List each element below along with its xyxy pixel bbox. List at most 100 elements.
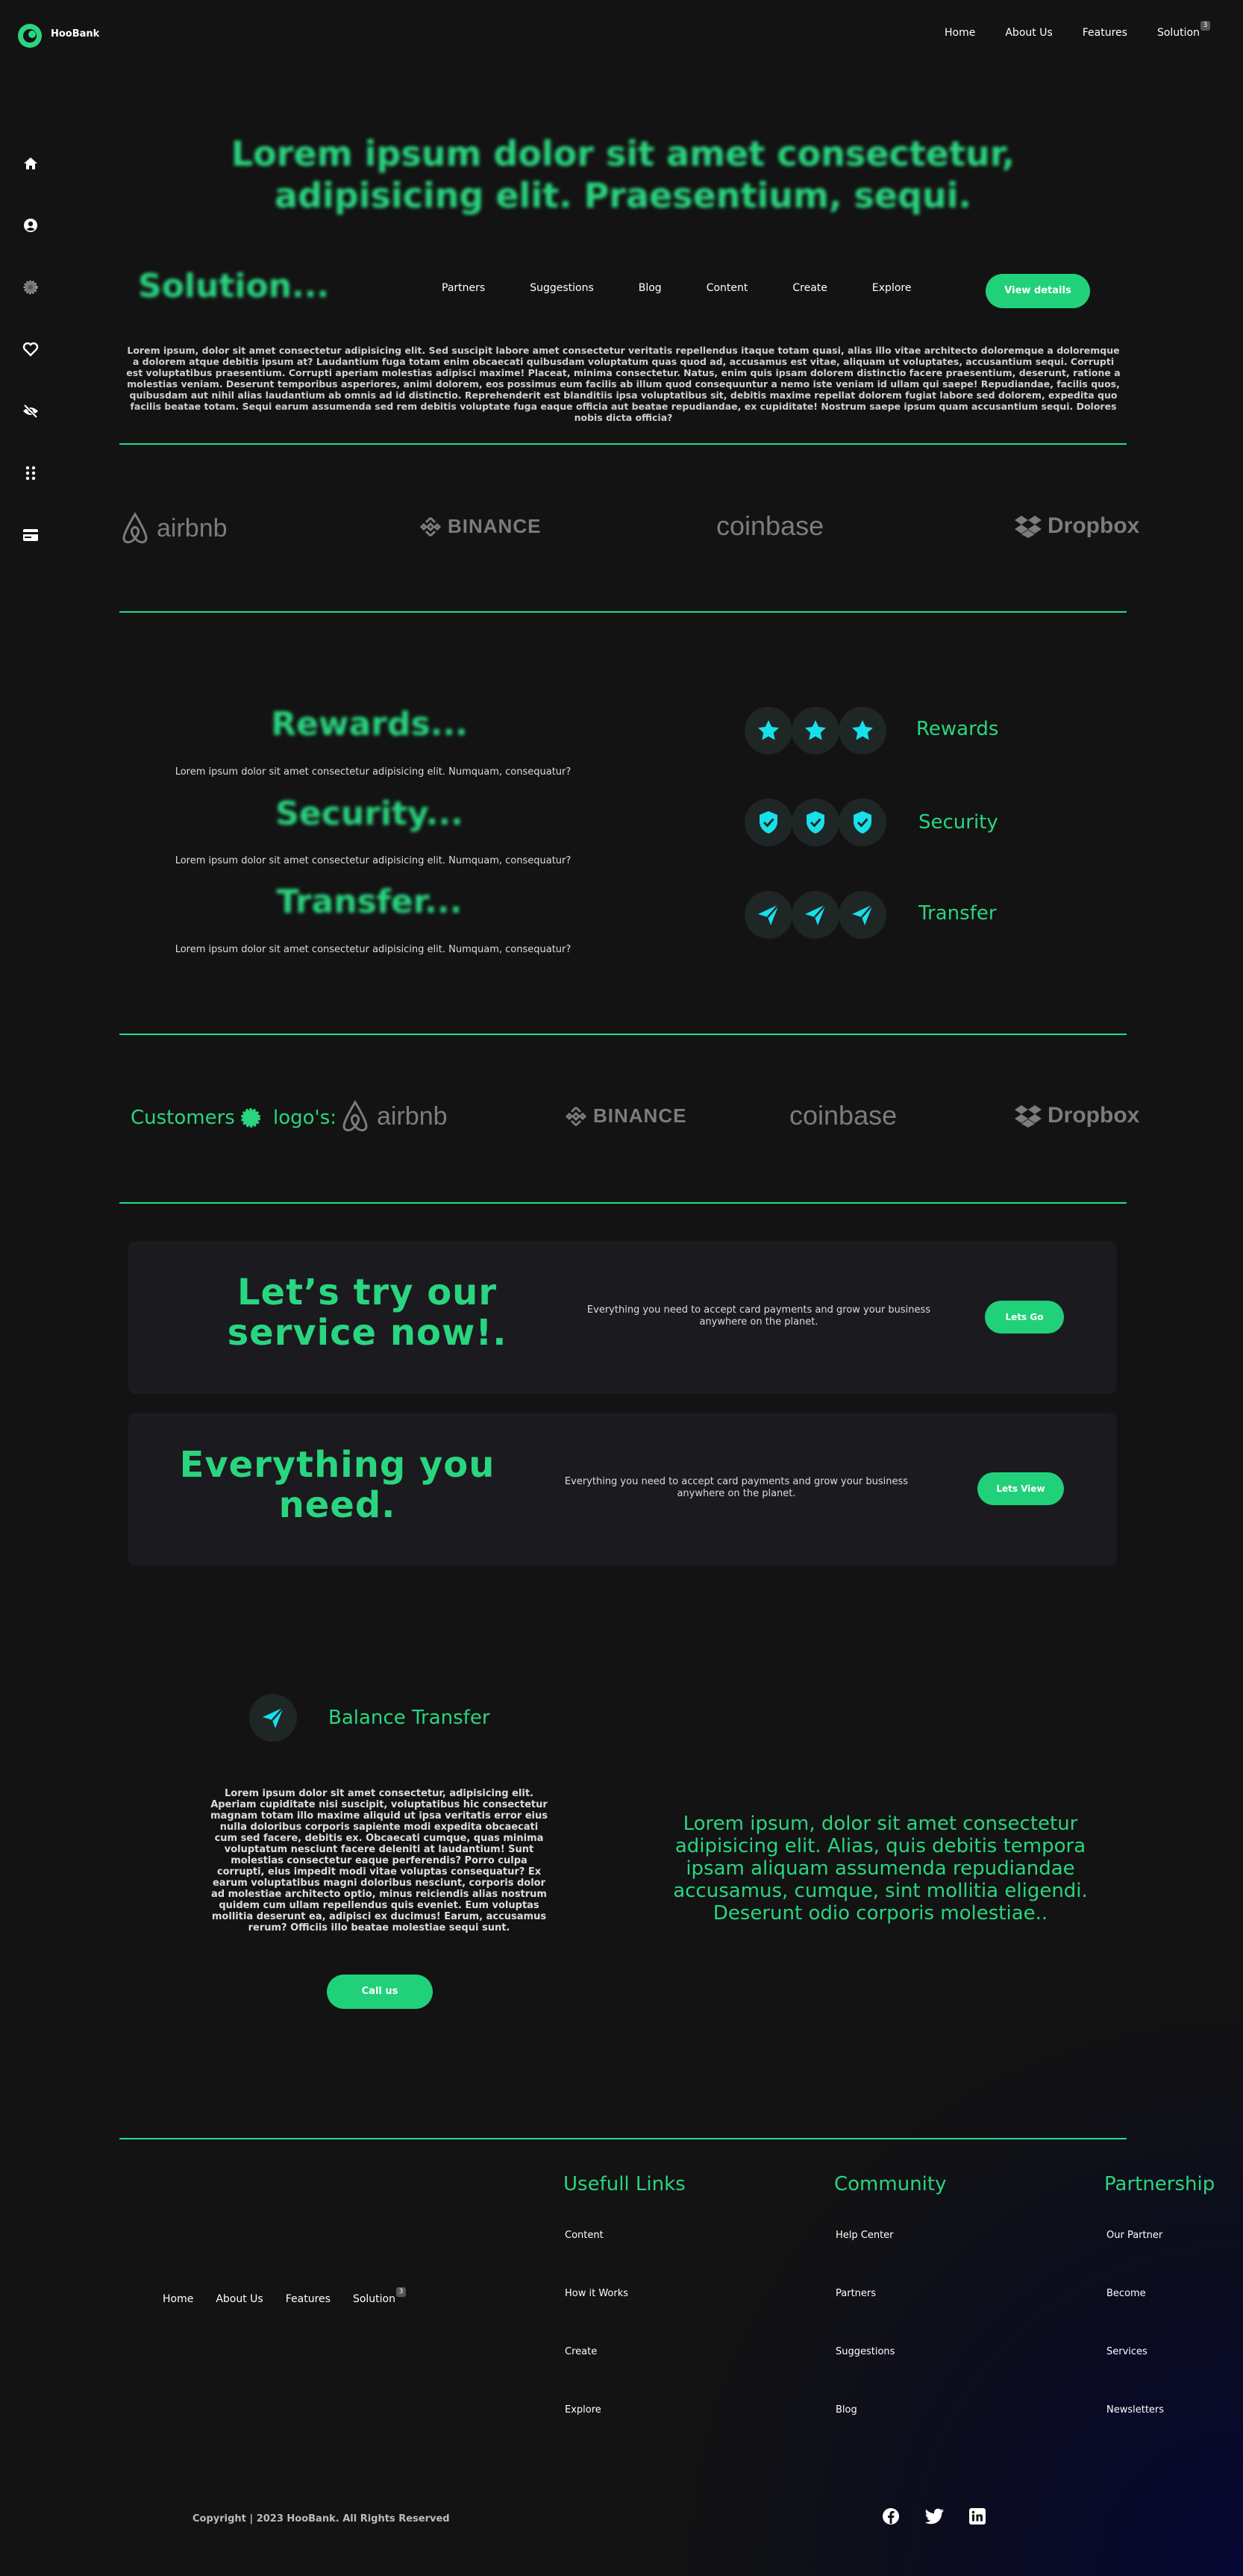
nav-features[interactable]: Features bbox=[1083, 27, 1127, 39]
binance-logo: BINANCE bbox=[419, 515, 541, 538]
footer-link-newsletters[interactable]: Newsletters bbox=[1106, 2404, 1164, 2416]
rewards-label: Rewards bbox=[916, 718, 999, 740]
airbnb-logo-text: airbnb bbox=[377, 1101, 448, 1131]
view-details-button[interactable]: View details bbox=[986, 274, 1090, 308]
logo-icon[interactable] bbox=[16, 22, 43, 49]
send-icon bbox=[839, 891, 886, 939]
cta-title: Everything you need. bbox=[179, 1444, 495, 1526]
shield-icon bbox=[745, 798, 792, 846]
footer-link-partners[interactable]: Partners bbox=[836, 2288, 876, 2299]
linkedin-icon[interactable] bbox=[968, 2507, 986, 2528]
divider bbox=[119, 2138, 1127, 2139]
cta-card: Let’s try our service now!. Everything y… bbox=[128, 1241, 1117, 1394]
user-icon[interactable] bbox=[21, 216, 40, 235]
binance-logo-text: BINANCE bbox=[448, 515, 542, 537]
nav-solution[interactable]: Solution 3 bbox=[1156, 21, 1210, 39]
nav-solution-label: Solution bbox=[1156, 27, 1200, 39]
star-icon bbox=[839, 707, 886, 754]
logos-label: logo's: bbox=[273, 1107, 336, 1129]
footer-link-become[interactable]: Become bbox=[1106, 2288, 1146, 2299]
lets-view-button[interactable]: Lets View bbox=[977, 1472, 1064, 1505]
subnav-explore[interactable]: Explore bbox=[872, 282, 912, 294]
rewards-title: Rewards... bbox=[271, 705, 468, 743]
call-us-button[interactable]: Call us bbox=[327, 1975, 433, 2009]
home-icon[interactable] bbox=[21, 154, 40, 173]
footer-link-blog[interactable]: Blog bbox=[836, 2404, 857, 2416]
divider bbox=[119, 443, 1127, 445]
customers-label: Customers bbox=[131, 1107, 235, 1129]
footer-link-content[interactable]: Content bbox=[565, 2230, 604, 2241]
footer-nav-features[interactable]: Features bbox=[286, 2293, 331, 2305]
footer-link-explore[interactable]: Explore bbox=[565, 2404, 601, 2416]
send-icon bbox=[249, 1694, 297, 1742]
heart-icon[interactable] bbox=[21, 340, 40, 359]
divider bbox=[119, 1202, 1127, 1204]
cta-title: Let’s try our service now!. bbox=[227, 1272, 507, 1354]
airbnb-icon bbox=[342, 1100, 368, 1132]
footer-heading-community: Community bbox=[834, 2173, 947, 2195]
binance-logo: BINANCE bbox=[565, 1104, 686, 1128]
subnav-content[interactable]: Content bbox=[707, 282, 748, 294]
twitter-icon[interactable] bbox=[924, 2508, 945, 2527]
footer-nav-solution-label: Solution bbox=[352, 2293, 395, 2305]
security-desc: Lorem ipsum dolor sit amet consectetur a… bbox=[175, 855, 572, 866]
solution-text: Lorem ipsum, dolor sit amet consectetur … bbox=[126, 345, 1121, 423]
subnav-partners[interactable]: Partners bbox=[442, 282, 485, 294]
nav-home[interactable]: Home bbox=[945, 27, 975, 39]
coinbase-logo-text: coinbase bbox=[789, 1100, 898, 1131]
subnav-suggestions[interactable]: Suggestions bbox=[530, 282, 594, 294]
star-icon bbox=[745, 707, 792, 754]
apps-icon[interactable] bbox=[21, 463, 40, 483]
coinbase-logo: coinbase bbox=[789, 1100, 897, 1131]
card-icon[interactable] bbox=[21, 525, 40, 545]
airbnb-logo: airbnb bbox=[339, 1099, 448, 1134]
security-title: Security... bbox=[275, 795, 463, 833]
gear-icon bbox=[241, 1108, 260, 1128]
binance-icon bbox=[565, 1106, 587, 1126]
eye-off-icon[interactable] bbox=[21, 401, 40, 421]
star-icon bbox=[792, 707, 839, 754]
footer-nav-solution[interactable]: Solution 3 bbox=[352, 2287, 406, 2305]
footer-nav-solution-badge: 3 bbox=[395, 2287, 406, 2297]
shield-icon bbox=[792, 798, 839, 846]
brand-name: HooBank bbox=[51, 28, 100, 40]
send-icon bbox=[745, 891, 792, 939]
gear-icon[interactable] bbox=[21, 278, 40, 297]
airbnb-logo-text: airbnb bbox=[157, 513, 228, 543]
transfer-label: Transfer bbox=[918, 902, 997, 925]
footer-link-how-it-works[interactable]: How it Works bbox=[565, 2288, 628, 2299]
airbnb-icon bbox=[122, 512, 148, 544]
footer-link-help-center[interactable]: Help Center bbox=[836, 2230, 894, 2241]
footer-nav-home[interactable]: Home bbox=[163, 2293, 193, 2305]
subnav-create[interactable]: Create bbox=[792, 282, 827, 294]
solution-title: Solution... bbox=[138, 267, 330, 305]
divider bbox=[119, 611, 1127, 613]
binance-logo-text: BINANCE bbox=[593, 1104, 687, 1127]
balance-transfer-label: Balance Transfer bbox=[328, 1707, 490, 1729]
balance-quote: Lorem ipsum, dolor sit amet consectetur … bbox=[673, 1813, 1088, 1925]
cta-card: Everything you need. Everything you need… bbox=[128, 1413, 1117, 1566]
coinbase-logo: coinbase bbox=[716, 510, 824, 542]
footer-link-our-partner[interactable]: Our Partner bbox=[1106, 2230, 1162, 2241]
dropbox-logo: Dropbox bbox=[1015, 513, 1139, 539]
lets-go-button[interactable]: Lets Go bbox=[985, 1301, 1064, 1334]
footer-link-services[interactable]: Services bbox=[1106, 2346, 1147, 2357]
top-nav: Home About Us Features Solution 3 bbox=[915, 21, 1243, 39]
facebook-icon[interactable] bbox=[882, 2507, 900, 2528]
divider bbox=[119, 1034, 1127, 1035]
dropbox-logo-text: Dropbox bbox=[1048, 513, 1140, 538]
airbnb-logo: airbnb bbox=[119, 511, 228, 545]
balance-text: Lorem ipsum dolor sit amet consectetur, … bbox=[210, 1788, 548, 1933]
footer-nav-about[interactable]: About Us bbox=[216, 2293, 263, 2305]
footer-link-create[interactable]: Create bbox=[565, 2346, 597, 2357]
subnav-blog[interactable]: Blog bbox=[639, 282, 662, 294]
binance-icon bbox=[419, 516, 442, 537]
footer-link-suggestions[interactable]: Suggestions bbox=[836, 2346, 895, 2357]
transfer-title: Transfer... bbox=[276, 883, 463, 921]
dropbox-icon bbox=[1015, 1105, 1042, 1128]
copyright-text: Copyright | 2023 HooBank. All Rights Res… bbox=[192, 2513, 450, 2525]
send-icon bbox=[792, 891, 839, 939]
footer-heading-partnership: Partnership bbox=[1104, 2173, 1215, 2195]
solution-nav: Partners Suggestions Blog Content Create… bbox=[442, 282, 956, 294]
nav-about[interactable]: About Us bbox=[1005, 27, 1052, 39]
